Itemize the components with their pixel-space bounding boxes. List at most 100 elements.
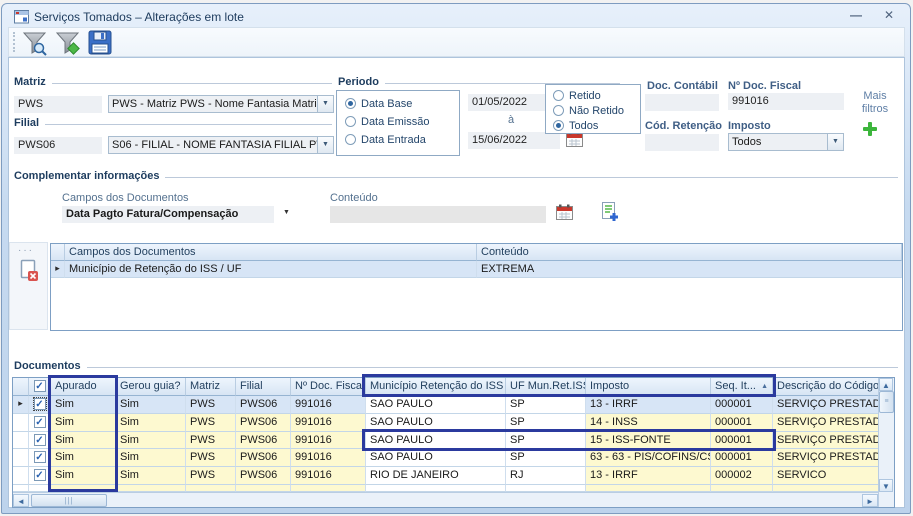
cell-matriz[interactable]: PWS: [186, 432, 236, 450]
conteudo-cell[interactable]: EXTREMA: [477, 261, 902, 278]
close-button[interactable]: ✕: [884, 8, 894, 22]
table-row[interactable]: ✓ Sim Sim PWS PWS06 991016 SAO PAULO SP …: [13, 449, 878, 467]
num-doc-fiscal-field[interactable]: 991016: [728, 93, 844, 110]
grip-dots-icon[interactable]: ···: [18, 245, 47, 256]
col-header-gerou-guia[interactable]: Gerou guia?: [116, 378, 186, 396]
cell-apurado[interactable]: Sim: [51, 396, 116, 414]
chevron-down-icon[interactable]: ▼: [827, 134, 843, 150]
cell-filial[interactable]: PWS06: [236, 432, 291, 450]
cell-num-doc[interactable]: 991016: [291, 396, 366, 414]
cell-apurado[interactable]: Sim: [51, 432, 116, 450]
row-checkbox[interactable]: ✓: [29, 467, 51, 485]
cell-apurado[interactable]: Sim: [51, 414, 116, 432]
add-filter-plus-icon[interactable]: [863, 122, 877, 136]
col-header-seq[interactable]: Seq. It... ▲: [711, 378, 773, 396]
cell-matriz[interactable]: PWS: [186, 449, 236, 467]
campo-cell[interactable]: Município de Retenção do ISS / UF: [65, 261, 477, 278]
cell-municipio[interactable]: SAO PAULO: [366, 414, 506, 432]
radio-retido[interactable]: Retido: [553, 90, 640, 102]
vertical-scrollbar[interactable]: ▲ ≡ ▼: [878, 378, 894, 507]
table-row[interactable]: ✓ Sim Sim PWS PWS06 991016 SAO PAULO SP …: [13, 414, 878, 432]
cell-descricao[interactable]: SERVIÇO PRESTADO ISS: [773, 396, 878, 414]
select-all-checkbox[interactable]: ✓: [29, 378, 51, 396]
col-header-matriz[interactable]: Matriz: [186, 378, 236, 396]
cell-gerou-guia[interactable]: Sim: [116, 414, 186, 432]
cell-imposto[interactable]: 63 - 63 - PIS/COFINS/CSLL: [586, 449, 711, 467]
minimize-button[interactable]: —: [850, 8, 862, 22]
cell-seq[interactable]: 000001: [711, 432, 773, 450]
cell-apurado[interactable]: Sim: [51, 467, 116, 485]
row-checkbox[interactable]: ✓: [29, 449, 51, 467]
cell-imposto[interactable]: 13 - IRRF: [586, 396, 711, 414]
col-campos-header[interactable]: Campos dos Documentos: [65, 244, 477, 261]
cell-seq[interactable]: 000001: [711, 414, 773, 432]
cell-uf[interactable]: SP: [506, 396, 586, 414]
table-row[interactable]: ▸ ✓ Sim Sim PWS PWS06 991016 SAO PAULO S…: [13, 396, 878, 414]
cell-gerou-guia[interactable]: Sim: [116, 396, 186, 414]
scroll-left-icon[interactable]: ◄: [13, 494, 29, 507]
cell-municipio[interactable]: SAO PAULO: [366, 432, 506, 450]
cell-matriz[interactable]: PWS: [186, 467, 236, 485]
cell-matriz[interactable]: PWS: [186, 396, 236, 414]
cell-municipio[interactable]: RIO DE JANEIRO: [366, 467, 506, 485]
cell-uf[interactable]: SP: [506, 432, 586, 450]
doc-contabil-field[interactable]: [645, 94, 719, 111]
cod-retencao-field[interactable]: [645, 134, 719, 151]
campos-grid-row[interactable]: ▸ Município de Retenção do ISS / UF EXTR…: [51, 261, 902, 278]
cell-filial[interactable]: PWS06: [236, 467, 291, 485]
table-row[interactable]: ✓ Sim Sim PWS PWS06 991016 SAO PAULO SP …: [13, 432, 878, 450]
cell-imposto[interactable]: 14 - INSS: [586, 414, 711, 432]
cell-num-doc[interactable]: 991016: [291, 449, 366, 467]
scrollbar-thumb[interactable]: |||: [31, 494, 107, 507]
cell-filial[interactable]: PWS06: [236, 396, 291, 414]
cell-seq[interactable]: 000002: [711, 467, 773, 485]
horizontal-scrollbar[interactable]: ◄ ||| ►: [13, 492, 878, 507]
cell-apurado[interactable]: Sim: [51, 449, 116, 467]
cell-num-doc[interactable]: 991016: [291, 432, 366, 450]
radio-nao-retido[interactable]: Não Retido: [553, 105, 640, 117]
cell-uf[interactable]: RJ: [506, 467, 586, 485]
col-header-uf[interactable]: UF Mun.Ret.ISS: [506, 378, 586, 396]
radio-data-emissao[interactable]: Data Emissão: [345, 116, 459, 128]
cell-filial[interactable]: PWS06: [236, 414, 291, 432]
conteudo-field[interactable]: [330, 206, 546, 223]
col-conteudo-header[interactable]: Conteúdo: [477, 244, 902, 261]
col-header-imposto[interactable]: Imposto: [586, 378, 711, 396]
cell-descricao[interactable]: SERVIÇO PRESTADO ISS: [773, 432, 878, 450]
radio-todos[interactable]: Todos: [553, 120, 640, 132]
cell-descricao[interactable]: SERVICO: [773, 467, 878, 485]
chevron-down-icon[interactable]: ▼: [283, 209, 290, 216]
calendar-icon[interactable]: [556, 204, 573, 220]
cell-imposto[interactable]: 13 - IRRF: [586, 467, 711, 485]
date-to-field[interactable]: 15/06/2022: [468, 132, 560, 149]
filial-combo[interactable]: S06 - FILIAL - NOME FANTASIA FILIAL PWS0…: [108, 136, 334, 154]
scroll-right-icon[interactable]: ►: [862, 494, 878, 507]
radio-data-base[interactable]: Data Base: [345, 98, 459, 110]
cell-descricao[interactable]: SERVIÇO PRESTADO ISS: [773, 414, 878, 432]
row-checkbox[interactable]: ✓: [29, 414, 51, 432]
cell-descricao[interactable]: SERVIÇO PRESTADO ISS: [773, 449, 878, 467]
scrollbar-thumb[interactable]: ≡: [879, 391, 894, 413]
cell-filial[interactable]: PWS06: [236, 449, 291, 467]
row-checkbox[interactable]: ✓: [29, 432, 51, 450]
cell-seq[interactable]: 000001: [711, 449, 773, 467]
cell-uf[interactable]: SP: [506, 414, 586, 432]
cell-num-doc[interactable]: 991016: [291, 467, 366, 485]
filter-apply-icon[interactable]: [55, 31, 82, 56]
radio-data-entrada[interactable]: Data Entrada: [345, 134, 459, 146]
cell-municipio[interactable]: SAO PAULO: [366, 396, 506, 414]
col-header-municipio[interactable]: Município Retenção do ISS: [366, 378, 506, 396]
col-header-filial[interactable]: Filial: [236, 378, 291, 396]
scroll-up-icon[interactable]: ▲: [879, 378, 893, 391]
col-header-apurado[interactable]: Apurado: [51, 378, 116, 396]
table-row[interactable]: ✓ Sim Sim PWS PWS06 991016 RIO DE JANEIR…: [13, 467, 878, 485]
cell-num-doc[interactable]: 991016: [291, 414, 366, 432]
col-header-descricao[interactable]: Descrição do Código do F: [773, 378, 878, 396]
cell-gerou-guia[interactable]: Sim: [116, 432, 186, 450]
delete-row-icon[interactable]: [19, 259, 39, 283]
cell-gerou-guia[interactable]: Sim: [116, 467, 186, 485]
add-record-icon[interactable]: [600, 202, 619, 222]
filial-code-field[interactable]: PWS06: [14, 137, 102, 154]
col-header-num-doc-fiscal[interactable]: Nº Doc. Fiscal: [291, 378, 366, 396]
row-checkbox[interactable]: ✓: [29, 396, 51, 414]
